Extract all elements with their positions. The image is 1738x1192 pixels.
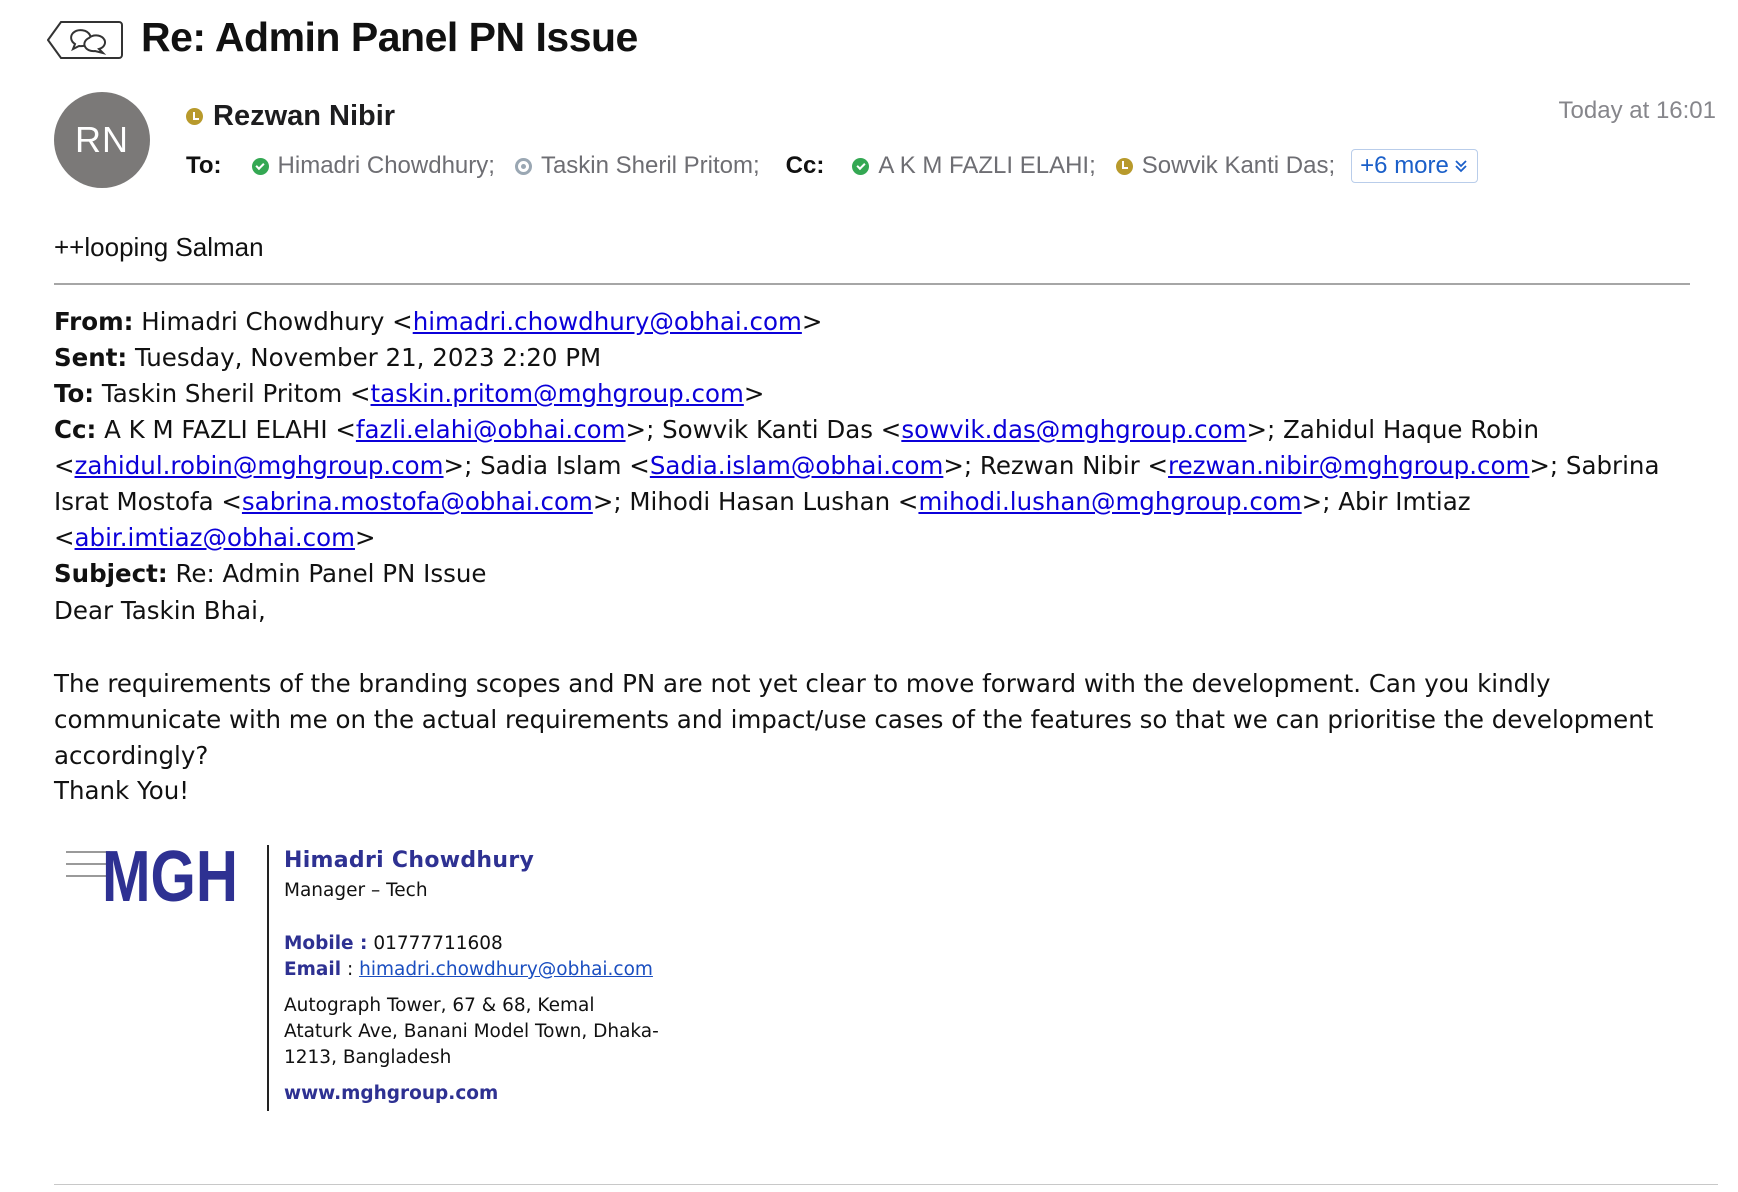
quoted-cc-email-link[interactable]: sowvik.das@mghgroup.com [901, 415, 1246, 444]
quoted-sent-line: Sent: Tuesday, November 21, 2023 2:20 PM [54, 340, 1694, 376]
quoted-cc-email-link[interactable]: rezwan.nibir@mghgroup.com [1168, 451, 1529, 480]
chevron-double-down-icon [1455, 160, 1467, 173]
quoted-sent-label: Sent: [54, 343, 128, 372]
quoted-from-line: From: Himadri Chowdhury <himadri.chowdhu… [54, 307, 823, 336]
quote-divider [54, 283, 1690, 285]
recipient-to[interactable]: Taskin Sheril Pritom; [514, 152, 760, 180]
quoted-to-label: To: [54, 379, 95, 408]
quoted-subject-label: Subject: [54, 559, 168, 588]
recipients-row: To: Himadri Chowdhury; Taskin Sheril Pri… [186, 149, 1478, 183]
reply-note: ++looping Salman [54, 232, 264, 262]
quoted-cc-email-link[interactable]: abir.imtiaz@obhai.com [75, 523, 355, 552]
recipient-name: Sowvik Kanti Das; [1141, 152, 1336, 179]
mobile-number: 01777711608 [367, 933, 503, 954]
presence-offline-icon [514, 157, 532, 175]
quoted-from-email-link[interactable]: himadri.chowdhury@obhai.com [413, 307, 802, 336]
quoted-cc-name: A K M FAZLI ELAHI < [96, 415, 356, 444]
reply-thread-icon[interactable] [47, 19, 123, 61]
signature-email-link[interactable]: himadri.chowdhury@obhai.com [359, 959, 653, 980]
quoted-to-name: Taskin Sheril Pritom < [94, 379, 371, 408]
recipient-name: Himadri Chowdhury; [277, 152, 495, 179]
quoted-cc-email-link[interactable]: sabrina.mostofa@obhai.com [242, 487, 593, 516]
to-label: To: [186, 152, 222, 179]
more-recipients-label: +6 more [1360, 152, 1449, 179]
mgh-logo: MGH [66, 842, 238, 904]
sender-name[interactable]: Rezwan Nibir [213, 100, 395, 133]
presence-available-icon [251, 157, 269, 175]
sender-avatar[interactable]: RN [54, 92, 150, 188]
signature-email: Email : himadri.chowdhury@obhai.com [284, 957, 664, 983]
email-label: Email [284, 959, 342, 980]
quoted-cc-label: Cc: [54, 415, 97, 444]
quoted-cc-email-link[interactable]: zahidul.robin@mghgroup.com [75, 451, 444, 480]
email-signature: Himadri Chowdhury Manager – Tech Mobile … [284, 848, 664, 1104]
quoted-subject-line: Subject: Re: Admin Panel PN Issue [54, 556, 1694, 592]
signature-name: Himadri Chowdhury [284, 848, 535, 873]
recipient-name: A K M FAZLI ELAHI; [878, 152, 1096, 179]
presence-away-icon [186, 108, 203, 125]
closing: Thank You! [54, 776, 190, 805]
signature-website[interactable]: www.mghgroup.com [284, 1083, 664, 1104]
signature-address: Autograph Tower, 67 & 68, Kemal Ataturk … [284, 995, 659, 1068]
quoted-subject-value: Re: Admin Panel PN Issue [167, 559, 487, 588]
quoted-cc-name: >; Rezwan Nibir < [943, 451, 1169, 480]
quoted-sent-value: Tuesday, November 21, 2023 2:20 PM [127, 343, 602, 372]
greeting: Dear Taskin Bhai, [54, 596, 266, 625]
message-paragraph: The requirements of the branding scopes … [54, 669, 1654, 770]
quoted-from-name: Himadri Chowdhury < [133, 307, 413, 336]
more-recipients-button[interactable]: +6 more [1351, 149, 1478, 183]
quoted-cc-email-link[interactable]: mihodi.lushan@mghgroup.com [918, 487, 1301, 516]
signature-divider [267, 845, 269, 1111]
quoted-cc-name: >; Mihodi Hasan Lushan < [592, 487, 919, 516]
quoted-cc-name: >; Sadia Islam < [443, 451, 650, 480]
quoted-header: From: Himadri Chowdhury <himadri.chowdhu… [54, 304, 1694, 592]
quoted-cc-name: >; Sowvik Kanti Das < [625, 415, 902, 444]
sender-row: Rezwan Nibir [186, 100, 395, 133]
quoted-cc-line: Cc: A K M FAZLI ELAHI <fazli.elahi@obhai… [54, 412, 1694, 556]
presence-available-icon [852, 157, 870, 175]
recipient-cc[interactable]: A K M FAZLI ELAHI; [852, 152, 1096, 180]
recipient-to[interactable]: Himadri Chowdhury; [251, 152, 495, 180]
quoted-to-line: To: Taskin Sheril Pritom <taskin.pritom@… [54, 379, 765, 408]
mobile-label: Mobile : [284, 933, 368, 954]
quoted-cc-email-link[interactable]: fazli.elahi@obhai.com [356, 415, 626, 444]
logo-text: MGH [102, 842, 238, 904]
recipient-cc[interactable]: Sowvik Kanti Das; [1115, 152, 1336, 180]
recipient-name: Taskin Sheril Pritom; [540, 152, 760, 179]
quoted-to-email-link[interactable]: taskin.pritom@mghgroup.com [371, 379, 744, 408]
received-timestamp: Today at 16:01 [1558, 97, 1716, 124]
message-end-divider [54, 1184, 1718, 1185]
email-subject: Re: Admin Panel PN Issue [141, 14, 638, 60]
cc-label: Cc: [785, 152, 825, 179]
signature-title: Manager – Tech [284, 880, 428, 901]
quoted-cc-email-link[interactable]: Sadia.islam@obhai.com [650, 451, 944, 480]
quoted-cc-end: > [354, 523, 376, 552]
quoted-from-label: From: [54, 307, 134, 336]
email-separator: : [341, 959, 360, 980]
presence-away-icon [1115, 157, 1133, 175]
signature-mobile: Mobile : 01777711608 [284, 931, 664, 957]
